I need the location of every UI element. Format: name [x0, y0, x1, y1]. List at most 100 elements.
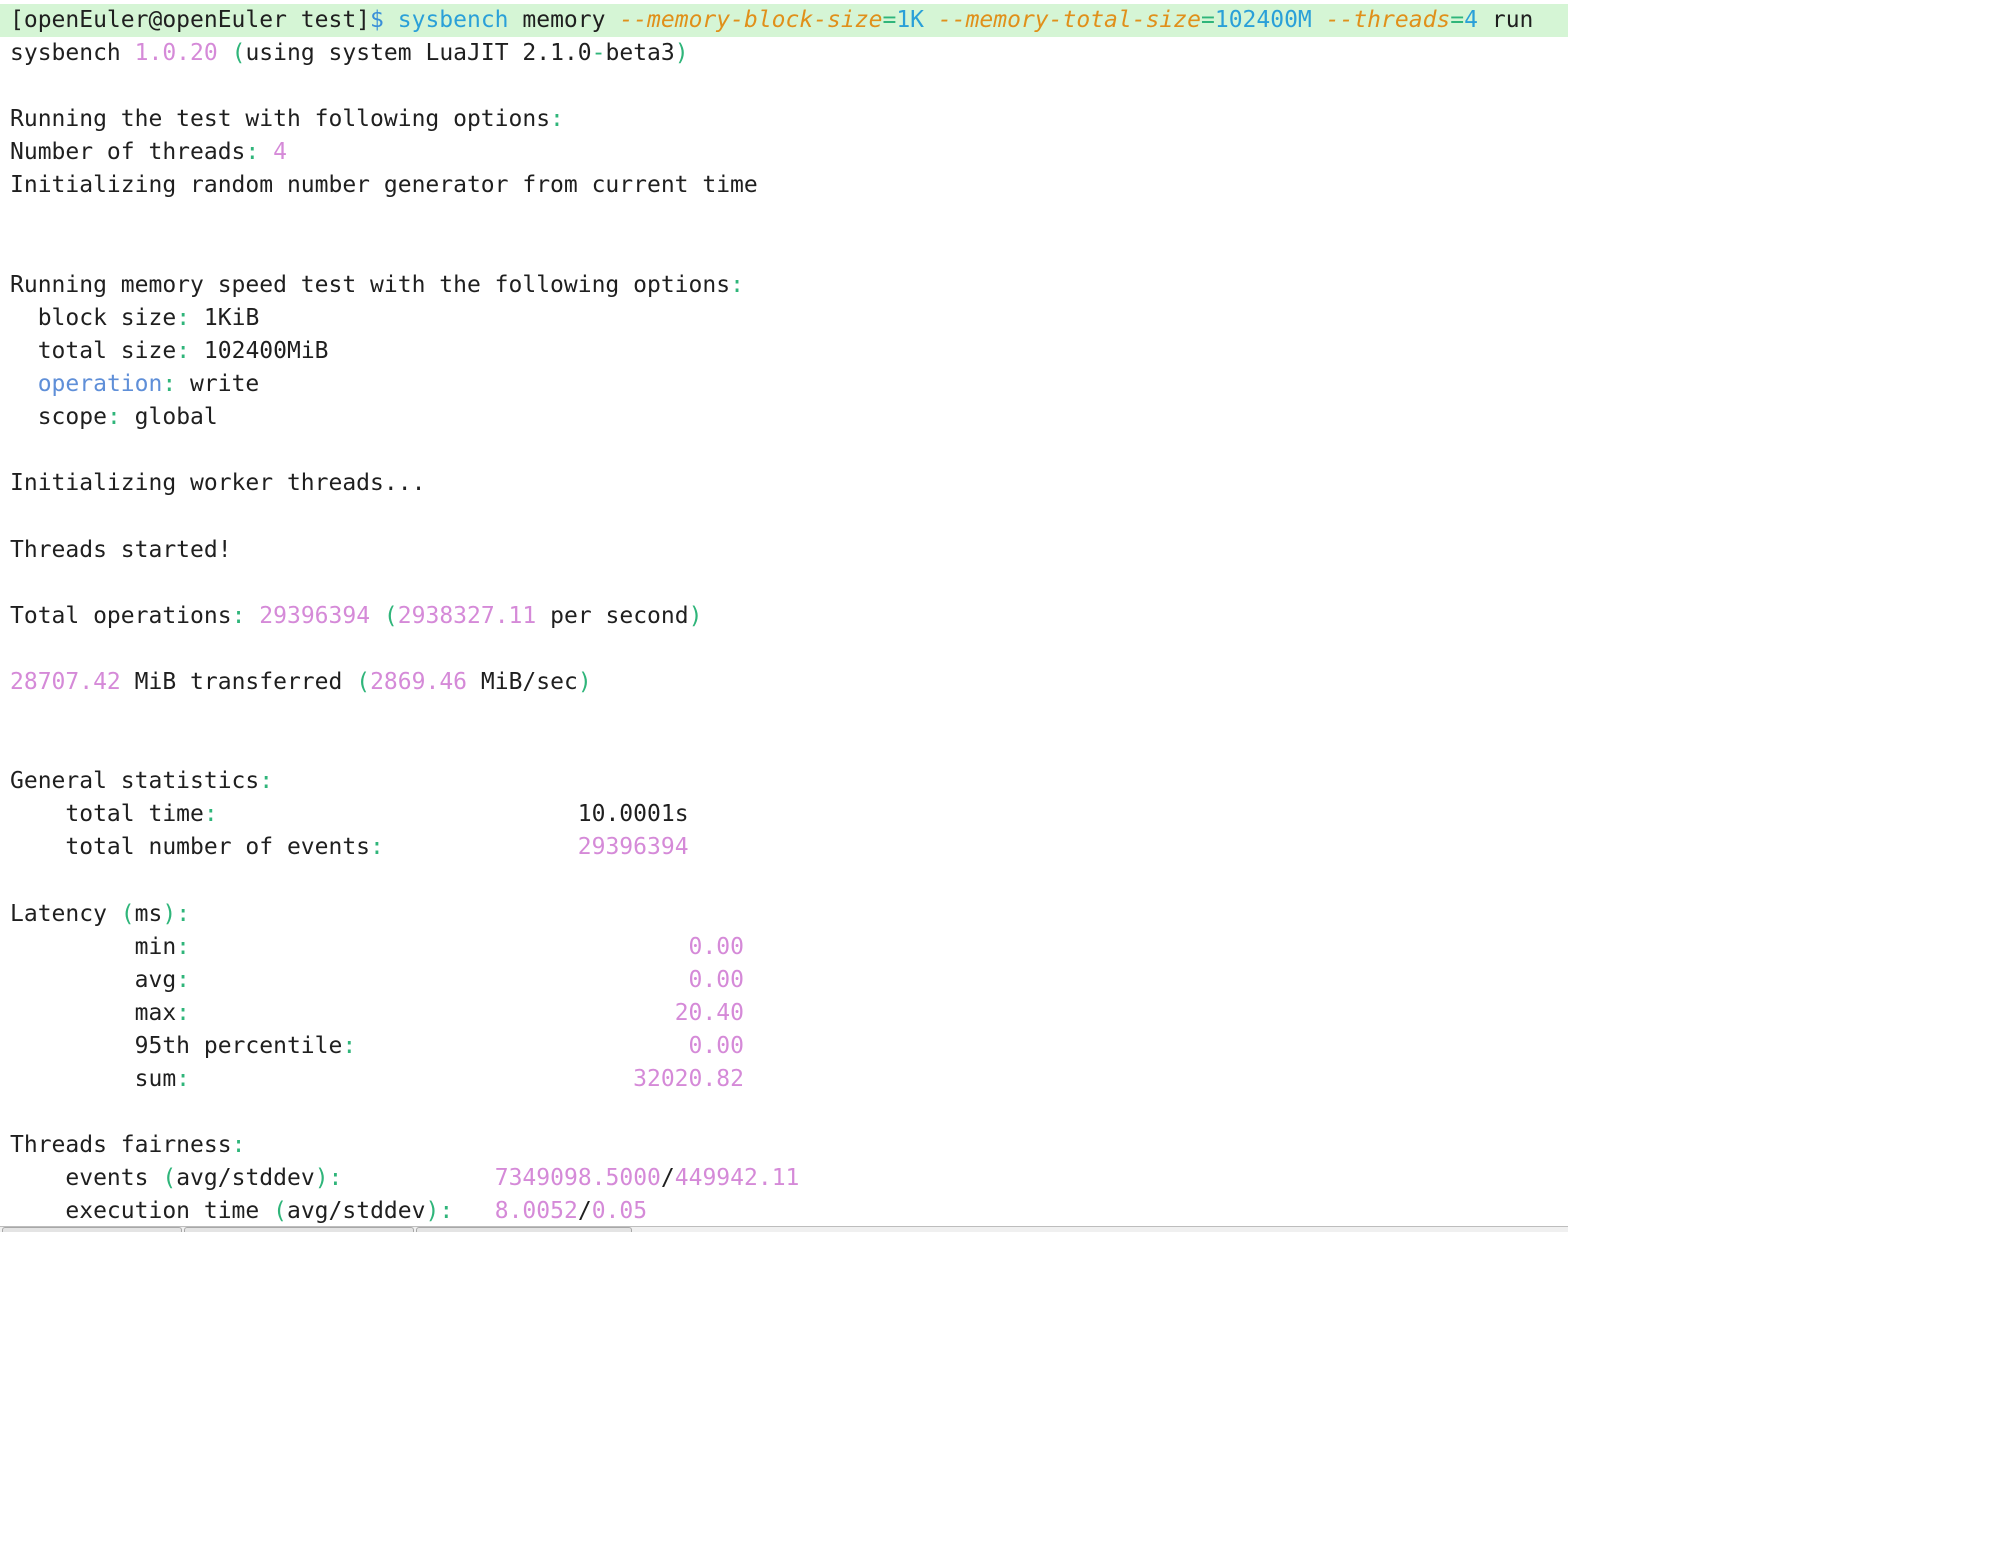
rng-init-line: Initializing random number generator fro… — [0, 169, 1568, 202]
latency-min-line: min: 0.00 — [0, 931, 1568, 964]
rng-init: Initializing random number generator fro… — [10, 172, 758, 199]
colon: : — [550, 106, 564, 133]
colon: : — [176, 933, 191, 960]
paren-close: ) — [314, 1165, 329, 1192]
option-flag-block-size: --memory-block-size — [619, 7, 883, 33]
colon: : — [730, 271, 744, 298]
paren-close: ) — [577, 668, 592, 695]
option-eq: = — [1450, 7, 1465, 33]
scope-line: scope: global — [0, 401, 1568, 434]
paren-open: ( — [383, 602, 398, 629]
paren-open: ( — [231, 40, 246, 67]
threads-value: 4 — [273, 139, 287, 166]
version-using: using system LuaJIT 2.1.0 — [245, 40, 592, 67]
colon: : — [176, 900, 191, 927]
tab-handle[interactable] — [416, 1227, 632, 1232]
operation-label: operation — [37, 371, 163, 398]
version-number: 1.0.20 — [134, 40, 218, 67]
operation-line: operation: write — [0, 368, 1568, 401]
option-flag-total-size: --memory-total-size — [937, 7, 1201, 33]
init-workers: Initializing worker threads... — [10, 470, 426, 497]
operation-value: write — [190, 371, 260, 398]
total-events-line: total number of events: 29396394 — [0, 831, 1568, 864]
tab-handle[interactable] — [2, 1227, 182, 1232]
total-ops-rate: 2938327.11 — [397, 602, 537, 629]
general-stats-header-line: General statistics: — [0, 765, 1568, 798]
total-size-label: total size — [37, 337, 177, 364]
version-line: sysbench 1.0.20 (using system LuaJIT 2.1… — [0, 37, 1568, 70]
option-eq: = — [882, 7, 897, 33]
fairness-exec-label: execution time — [65, 1198, 260, 1225]
total-events-value: 29396394 — [577, 834, 689, 861]
dash: - — [591, 40, 606, 67]
latency-max-label: max — [134, 999, 177, 1026]
block-size-value: 1KiB — [203, 304, 260, 331]
colon: : — [245, 139, 260, 166]
total-ops-label: Total operations — [10, 602, 232, 629]
total-operations-line: Total operations: 29396394 (2938327.11 p… — [0, 600, 1568, 633]
transferred-label: MiB transferred — [134, 668, 343, 695]
fairness-events-stddev: 449942.11 — [674, 1165, 800, 1192]
paren-open: ( — [120, 900, 135, 927]
block-size-label: block size — [37, 304, 177, 331]
command-arg-memory: memory — [522, 7, 606, 33]
general-stats-header: General statistics — [10, 768, 260, 795]
terminal-output[interactable]: [openEuler@openEuler test]$ sysbench mem… — [0, 4, 1568, 1228]
prompt: [openEuler@openEuler test] — [10, 7, 371, 33]
slash: / — [577, 1198, 592, 1225]
colon: : — [176, 1066, 191, 1092]
transferred-unit: MiB/sec — [480, 668, 578, 695]
total-time-value: 10.0001s — [577, 801, 689, 828]
threads-started-line: Threads started! — [0, 534, 1568, 567]
transferred-line: 28707.42 MiB transferred (2869.46 MiB/se… — [0, 666, 1568, 699]
fairness-exec-avg: 8.0052 — [494, 1198, 578, 1225]
option-value-total-size: 102400M — [1214, 7, 1312, 33]
colon: : — [162, 371, 177, 398]
colon: : — [328, 1165, 343, 1192]
bottom-tab-strip[interactable] — [0, 1226, 1568, 1232]
latency-max-value: 20.40 — [674, 999, 744, 1026]
fairness-exec-stddev: 0.05 — [591, 1198, 648, 1225]
tab-handle[interactable] — [184, 1227, 414, 1232]
colon: : — [176, 966, 191, 993]
scope-label: scope — [37, 404, 107, 431]
latency-max-line: max: 20.40 — [0, 997, 1568, 1030]
fairness-header: Threads fairness — [10, 1132, 232, 1159]
fairness-events-paren-label: avg/stddev — [176, 1165, 315, 1192]
latency-sum-line: sum: 32020.82 — [0, 1063, 1568, 1096]
latency-p95-label: 95th percentile — [134, 1032, 343, 1059]
fairness-exec-paren-label: avg/stddev — [286, 1198, 426, 1225]
option-eq: = — [1200, 7, 1215, 33]
colon: : — [176, 337, 191, 364]
command-line: [openEuler@openEuler test]$ sysbench mem… — [0, 4, 1568, 38]
colon: : — [106, 404, 121, 431]
colon: : — [259, 768, 274, 795]
option-flag-threads: --threads — [1325, 7, 1451, 33]
latency-p95-line: 95th percentile: 0.00 — [0, 1030, 1568, 1063]
paren-open: ( — [356, 668, 371, 695]
scope-value: global — [134, 404, 218, 431]
colon: : — [176, 304, 191, 331]
latency-avg-value: 0.00 — [688, 966, 744, 993]
colon: : — [370, 834, 384, 861]
paren-open: ( — [273, 1198, 287, 1225]
paren-close: ) — [688, 602, 703, 629]
total-ops-count: 29396394 — [259, 602, 371, 629]
paren-open: ( — [162, 1165, 177, 1192]
colon: : — [231, 602, 246, 629]
memory-header: Running memory speed test with the follo… — [10, 271, 731, 298]
option-value-threads: 4 — [1464, 7, 1478, 33]
options-header: Running the test with following options — [10, 106, 551, 133]
latency-unit: ms — [134, 900, 163, 927]
paren-close: ) — [425, 1198, 440, 1225]
fairness-events-label: events — [65, 1165, 149, 1192]
